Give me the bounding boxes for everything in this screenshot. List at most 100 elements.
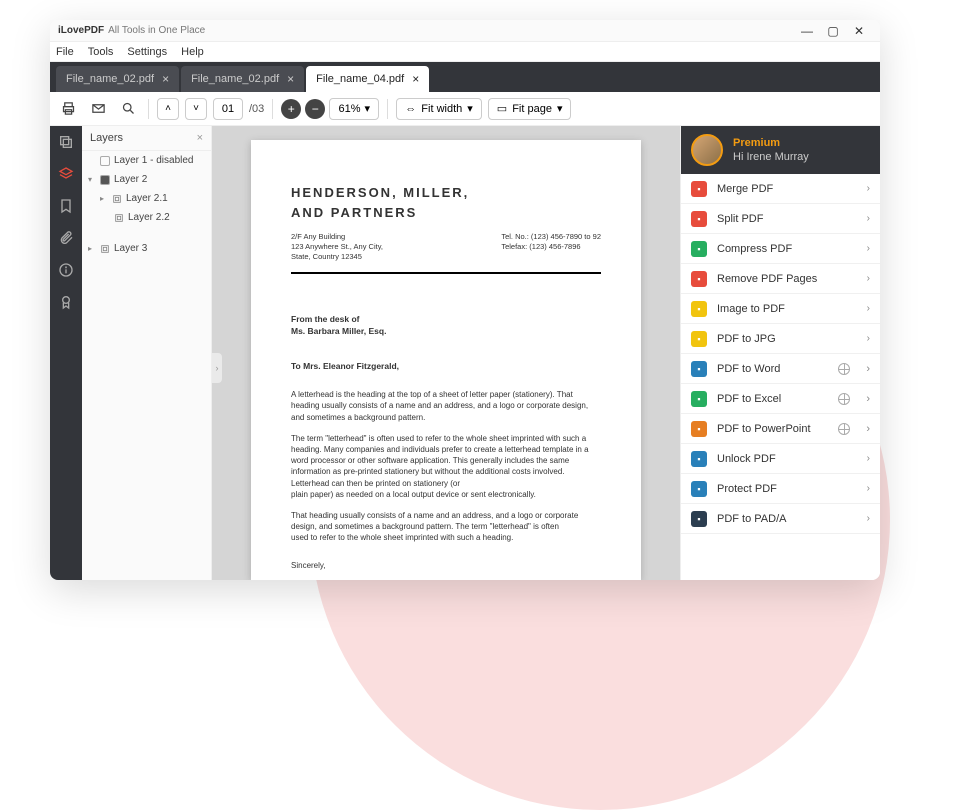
doc-heading-2: AND PARTNERS xyxy=(291,204,601,222)
tool-icon: ▪ xyxy=(691,421,707,437)
tool-item-pdf-to-excel[interactable]: ▪PDF to Excel› xyxy=(681,384,880,414)
user-box[interactable]: Premium Hi Irene Murray xyxy=(681,126,880,174)
chevron-right-icon: › xyxy=(867,183,870,194)
close-icon[interactable]: × xyxy=(197,132,203,144)
tool-item-pdf-to-powerpoint[interactable]: ▪PDF to PowerPoint› xyxy=(681,414,880,444)
chevron-right-icon: › xyxy=(867,243,870,254)
chevron-down-icon: ▾ xyxy=(467,102,473,115)
user-greeting: Hi Irene Murray xyxy=(733,150,809,164)
premium-label: Premium xyxy=(733,136,809,150)
layer-row[interactable]: ▾Layer 2 xyxy=(82,170,211,189)
attachment-icon[interactable] xyxy=(56,228,76,248)
chevron-right-icon: › xyxy=(867,453,870,464)
chevron-down-icon: ▾ xyxy=(557,102,563,115)
doc-heading-1: HENDERSON, MILLER, xyxy=(291,184,601,202)
chevron-right-icon: › xyxy=(866,363,870,375)
user-info: Premium Hi Irene Murray xyxy=(733,136,809,165)
tool-icon: ▪ xyxy=(691,241,707,257)
zoom-value[interactable]: 61%▾ xyxy=(329,98,379,120)
app-title: iLovePDF xyxy=(58,25,104,36)
tool-item-protect-pdf[interactable]: ▪Protect PDF› xyxy=(681,474,880,504)
menu-tools[interactable]: Tools xyxy=(88,46,114,58)
close-icon[interactable]: × xyxy=(162,72,169,86)
tool-item-split-pdf[interactable]: ▪Split PDF› xyxy=(681,204,880,234)
menu-file[interactable]: File xyxy=(56,46,74,58)
layers-header: Layers × xyxy=(82,126,211,151)
fit-page-button[interactable]: ▭Fit page▾ xyxy=(488,98,572,120)
chevron-down-icon: ▾ xyxy=(365,102,371,115)
document-page: HENDERSON, MILLER, AND PARTNERS 2/F Any … xyxy=(251,140,641,580)
tab-1[interactable]: File_name_02.pdf× xyxy=(181,66,304,92)
bookmark-icon[interactable] xyxy=(56,196,76,216)
chevron-right-icon[interactable]: ▸ xyxy=(88,244,96,253)
tool-label: Split PDF xyxy=(717,213,763,225)
search-icon[interactable] xyxy=(116,97,140,121)
tab-0[interactable]: File_name_02.pdf × xyxy=(56,66,179,92)
tab-2[interactable]: File_name_04.pdf× xyxy=(306,66,429,92)
doc-address-right: Tel. No.: (123) 456-7890 to 92 Telefax: … xyxy=(501,232,601,261)
checkbox[interactable] xyxy=(100,175,110,185)
checkbox[interactable] xyxy=(100,156,110,166)
tool-item-pdf-to-jpg[interactable]: ▪PDF to JPG› xyxy=(681,324,880,354)
page-down-button[interactable]: ˅ xyxy=(185,98,207,120)
tab-label: File_name_02.pdf xyxy=(66,73,154,85)
tool-item-compress-pdf[interactable]: ▪Compress PDF› xyxy=(681,234,880,264)
tool-item-remove-pdf-pages[interactable]: ▪Remove PDF Pages› xyxy=(681,264,880,294)
page-input[interactable] xyxy=(213,98,243,120)
chevron-right-icon[interactable]: ▸ xyxy=(100,194,108,203)
layer-label: Layer 2.1 xyxy=(126,193,168,204)
zoom-in-button[interactable]: + xyxy=(281,99,301,119)
layer-row[interactable]: ▸Layer 3 xyxy=(82,239,211,258)
maximize-button[interactable]: ▢ xyxy=(820,24,846,38)
layer-icon xyxy=(114,213,124,223)
menu-settings[interactable]: Settings xyxy=(127,46,167,58)
collapse-handle[interactable]: › xyxy=(212,353,222,383)
doc-divider xyxy=(291,272,601,274)
tabbar: File_name_02.pdf× File_name_02.pdf× File… xyxy=(50,62,880,92)
iconbar xyxy=(50,126,82,580)
doc-paragraph: The term "letterhead" is often used to r… xyxy=(291,433,601,489)
layer-icon xyxy=(100,244,110,254)
tool-icon: ▪ xyxy=(691,481,707,497)
zoom-out-button[interactable]: − xyxy=(305,99,325,119)
globe-icon xyxy=(838,393,850,405)
close-icon[interactable]: × xyxy=(287,72,294,86)
chevron-right-icon: › xyxy=(867,333,870,344)
doc-paragraph: used to refer to the whole sheet imprint… xyxy=(291,532,601,543)
chevron-right-icon: › xyxy=(867,513,870,524)
app-window: iLovePDF All Tools in One Place — ▢ ✕ Fi… xyxy=(50,20,880,580)
document-viewer[interactable]: › HENDERSON, MILLER, AND PARTNERS 2/F An… xyxy=(212,126,680,580)
content-area: Layers × Layer 1 - disabled ▾Layer 2 ▸La… xyxy=(50,126,880,580)
layer-row[interactable]: Layer 2.2 xyxy=(82,208,211,227)
doc-desk-2: Ms. Barbara Miller, Esq. xyxy=(291,326,601,338)
close-icon[interactable]: × xyxy=(412,72,419,86)
tool-icon: ▪ xyxy=(691,451,707,467)
fit-width-button[interactable]: ⇔Fit width▾ xyxy=(396,98,482,120)
tool-item-pdf-to-word[interactable]: ▪PDF to Word› xyxy=(681,354,880,384)
page-up-button[interactable]: ˄ xyxy=(157,98,179,120)
menu-help[interactable]: Help xyxy=(181,46,204,58)
page-total: /03 xyxy=(249,103,264,115)
avatar xyxy=(691,134,723,166)
tool-item-pdf-to-pad-a[interactable]: ▪PDF to PAD/A› xyxy=(681,504,880,534)
layer-row[interactable]: Layer 1 - disabled xyxy=(82,151,211,170)
layer-label: Layer 2.2 xyxy=(128,212,170,223)
tool-label: PDF to JPG xyxy=(717,333,776,345)
layer-label: Layer 1 - disabled xyxy=(114,155,194,166)
tool-icon: ▪ xyxy=(691,181,707,197)
chevron-down-icon[interactable]: ▾ xyxy=(88,175,96,184)
info-icon[interactable] xyxy=(56,260,76,280)
layers-icon[interactable] xyxy=(56,164,76,184)
tool-item-unlock-pdf[interactable]: ▪Unlock PDF› xyxy=(681,444,880,474)
copy-icon[interactable] xyxy=(56,132,76,152)
mail-icon[interactable] xyxy=(86,97,110,121)
fit-width-icon: ⇔ xyxy=(405,103,416,115)
chevron-right-icon: › xyxy=(866,423,870,435)
tool-item-merge-pdf[interactable]: ▪Merge PDF› xyxy=(681,174,880,204)
close-button[interactable]: ✕ xyxy=(846,24,872,38)
minimize-button[interactable]: — xyxy=(794,24,820,38)
ribbon-icon[interactable] xyxy=(56,292,76,312)
print-icon[interactable] xyxy=(56,97,80,121)
layer-row[interactable]: ▸ Layer 2.1 xyxy=(82,189,211,208)
tool-item-image-to-pdf[interactable]: ▪Image to PDF› xyxy=(681,294,880,324)
